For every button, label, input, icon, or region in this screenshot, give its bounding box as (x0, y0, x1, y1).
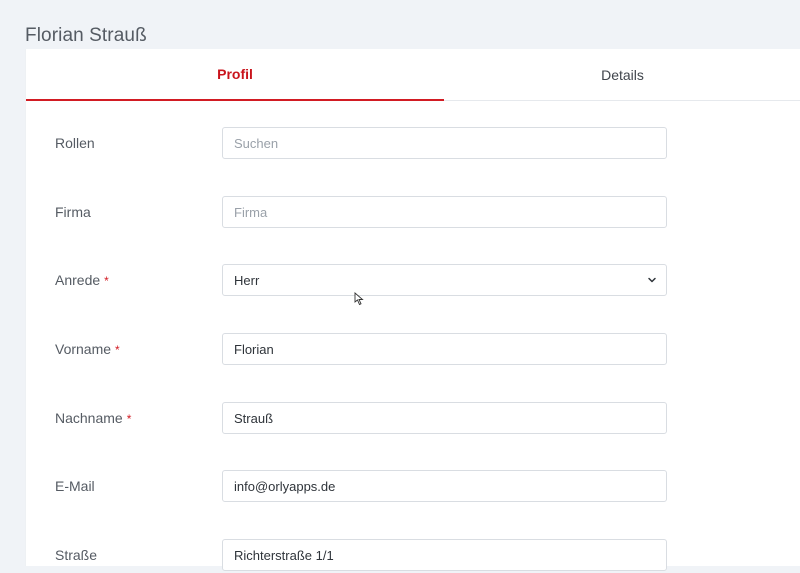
profile-card: Profil Details Rollen Firma Anrede* Herr… (25, 49, 800, 571)
required-marker: * (126, 412, 132, 426)
required-marker: * (104, 274, 109, 288)
email-label: E-Mail (55, 478, 95, 494)
strasse-input[interactable] (222, 539, 667, 571)
anrede-row: Anrede * Herr (26, 264, 800, 298)
chevron-down-icon (648, 277, 656, 283)
tab-details[interactable]: Details (444, 49, 800, 101)
strasse-label: Straße (55, 547, 98, 563)
mouse-cursor-icon (354, 292, 364, 306)
page-title: Florian Strauß (25, 25, 147, 46)
nachname-label-text: Nachname (55, 410, 123, 426)
nachname-input[interactable] (222, 402, 667, 434)
anrede-selected-value: Herr (234, 272, 260, 288)
rollen-row: Rollen (26, 127, 800, 161)
tab-profil[interactable]: Profil (26, 49, 444, 101)
firma-label: Firma (55, 204, 91, 220)
required-marker: * (115, 343, 120, 357)
nachname-label: Nachname * (55, 410, 131, 426)
anrede-select[interactable]: Herr (222, 264, 667, 296)
vorname-input[interactable] (222, 333, 667, 365)
vorname-row: Vorname * (26, 333, 800, 367)
tab-bar: Profil Details (26, 49, 800, 101)
firma-input[interactable] (222, 196, 667, 228)
firma-row: Firma (26, 196, 800, 230)
email-field[interactable] (222, 470, 667, 502)
vorname-label: Vorname * (55, 341, 120, 357)
anrede-label-text: Anrede (55, 272, 101, 288)
email-row: E-Mail (26, 470, 800, 504)
vorname-label-text: Vorname (55, 341, 112, 357)
strasse-row: Straße (26, 539, 800, 573)
anrede-label: Anrede * (55, 272, 109, 288)
rollen-label: Rollen (55, 135, 95, 151)
rollen-search-input[interactable] (222, 127, 667, 159)
nachname-row: Nachname * (26, 402, 800, 436)
